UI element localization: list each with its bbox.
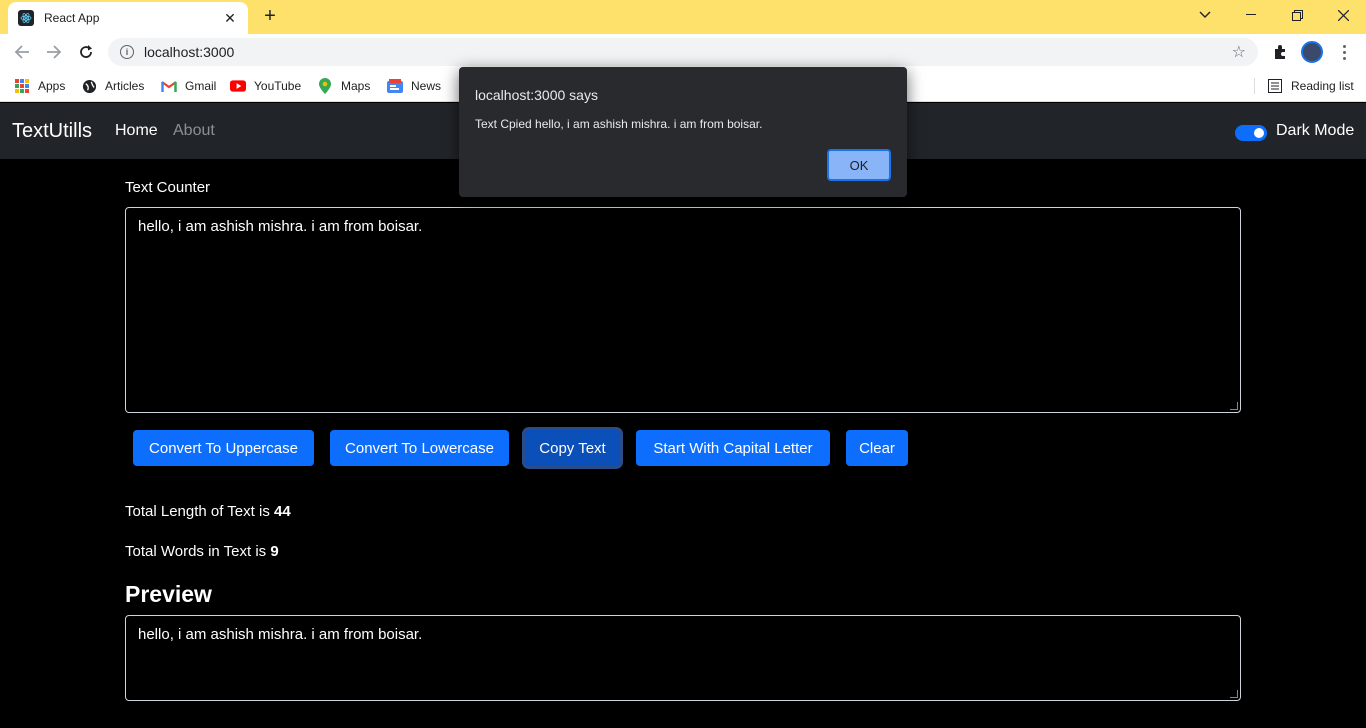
browser-menu-icon[interactable] (1336, 41, 1352, 63)
back-icon[interactable] (10, 40, 34, 64)
reload-icon[interactable] (74, 40, 98, 64)
nav-link-home[interactable]: Home (115, 122, 158, 140)
toggle-knob (1254, 128, 1264, 138)
navbar-brand[interactable]: TextUtills (12, 120, 92, 143)
lowercase-button[interactable]: Convert To Lowercase (330, 430, 509, 466)
bookmark-label: Maps (341, 79, 371, 93)
text-input[interactable]: hello, i am ashish mishra. i am from boi… (125, 207, 1241, 413)
bookmark-label: YouTube (254, 79, 302, 93)
bookmark-youtube[interactable]: YouTube (230, 76, 301, 96)
browser-tab[interactable]: React App ✕ (8, 2, 248, 34)
site-info-icon[interactable]: i (120, 45, 134, 59)
alert-dialog: localhost:3000 says Text Cpied hello, i … (459, 67, 907, 197)
globe-icon (81, 78, 97, 94)
dark-mode-toggle[interactable] (1235, 125, 1267, 141)
forward-icon[interactable] (42, 40, 66, 64)
restore-icon[interactable] (1274, 0, 1320, 30)
dark-mode-label: Dark Mode (1276, 122, 1355, 139)
reading-list-icon (1267, 78, 1283, 94)
close-window-icon[interactable] (1320, 0, 1366, 30)
text-length-label: Total Length of Text is (125, 503, 274, 520)
browser-titlebar: React App ✕ + (0, 0, 1366, 34)
dialog-message: Text Cpied hello, i am ashish mishra. i … (475, 117, 763, 131)
news-icon (387, 78, 403, 94)
bookmark-articles[interactable]: Articles (81, 76, 144, 96)
url-text: localhost:3000 (144, 44, 235, 60)
react-favicon-icon (18, 10, 34, 26)
address-bar[interactable]: i localhost:3000 ☆ (108, 38, 1258, 66)
bookmark-gmail[interactable]: Gmail (161, 76, 216, 96)
text-counter-heading: Text Counter (125, 179, 211, 196)
preview-text: hello, i am ashish mishra. i am from boi… (138, 626, 423, 643)
capitalize-button[interactable]: Start With Capital Letter (636, 430, 830, 466)
reading-list-label: Reading list (1291, 79, 1354, 93)
resize-handle-icon[interactable] (1230, 690, 1238, 698)
word-count-stat: Total Words in Text is 9 (125, 543, 279, 560)
bookmark-apps[interactable]: Apps (14, 76, 65, 96)
text-length-stat: Total Length of Text is 44 (125, 503, 291, 520)
dialog-ok-button[interactable]: OK (827, 149, 891, 181)
word-count-label: Total Words in Text is (125, 543, 271, 560)
copy-text-button[interactable]: Copy Text (525, 430, 620, 466)
text-input-value: hello, i am ashish mishra. i am from boi… (138, 218, 423, 235)
bookmark-label: Gmail (185, 79, 217, 93)
text-length-value: 44 (273, 503, 291, 520)
clear-button[interactable]: Clear (846, 430, 908, 466)
gmail-icon (161, 78, 177, 94)
bookmark-label: Apps (38, 79, 66, 93)
resize-handle-icon[interactable] (1230, 402, 1238, 410)
profile-avatar[interactable] (1301, 41, 1323, 63)
minimize-icon[interactable] (1228, 0, 1274, 30)
preview-box[interactable]: hello, i am ashish mishra. i am from boi… (125, 615, 1241, 701)
word-count-value: 9 (270, 543, 279, 560)
uppercase-button[interactable]: Convert To Uppercase (133, 430, 314, 466)
reading-list[interactable]: Reading list (1267, 76, 1354, 96)
new-tab-icon[interactable]: + (258, 6, 282, 28)
bookmark-star-icon[interactable]: ☆ (1232, 42, 1246, 62)
dialog-title: localhost:3000 says (475, 87, 598, 103)
tab-close-icon[interactable]: ✕ (222, 10, 238, 27)
preview-heading: Preview (125, 581, 212, 607)
bookmark-maps[interactable]: Maps (317, 76, 370, 96)
bookmark-label: News (411, 79, 442, 93)
bookmark-news[interactable]: News (387, 76, 441, 96)
tab-search-icon[interactable] (1182, 0, 1228, 30)
browser-toolbar: i localhost:3000 ☆ (0, 34, 1366, 70)
nav-link-about[interactable]: About (173, 122, 215, 140)
bookmark-label: Articles (105, 79, 145, 93)
youtube-icon (230, 78, 246, 94)
bookmarks-divider (1254, 78, 1255, 94)
maps-pin-icon (317, 78, 333, 94)
extensions-icon[interactable] (1270, 42, 1290, 62)
apps-grid-icon (14, 78, 30, 94)
tab-title: React App (44, 11, 100, 25)
